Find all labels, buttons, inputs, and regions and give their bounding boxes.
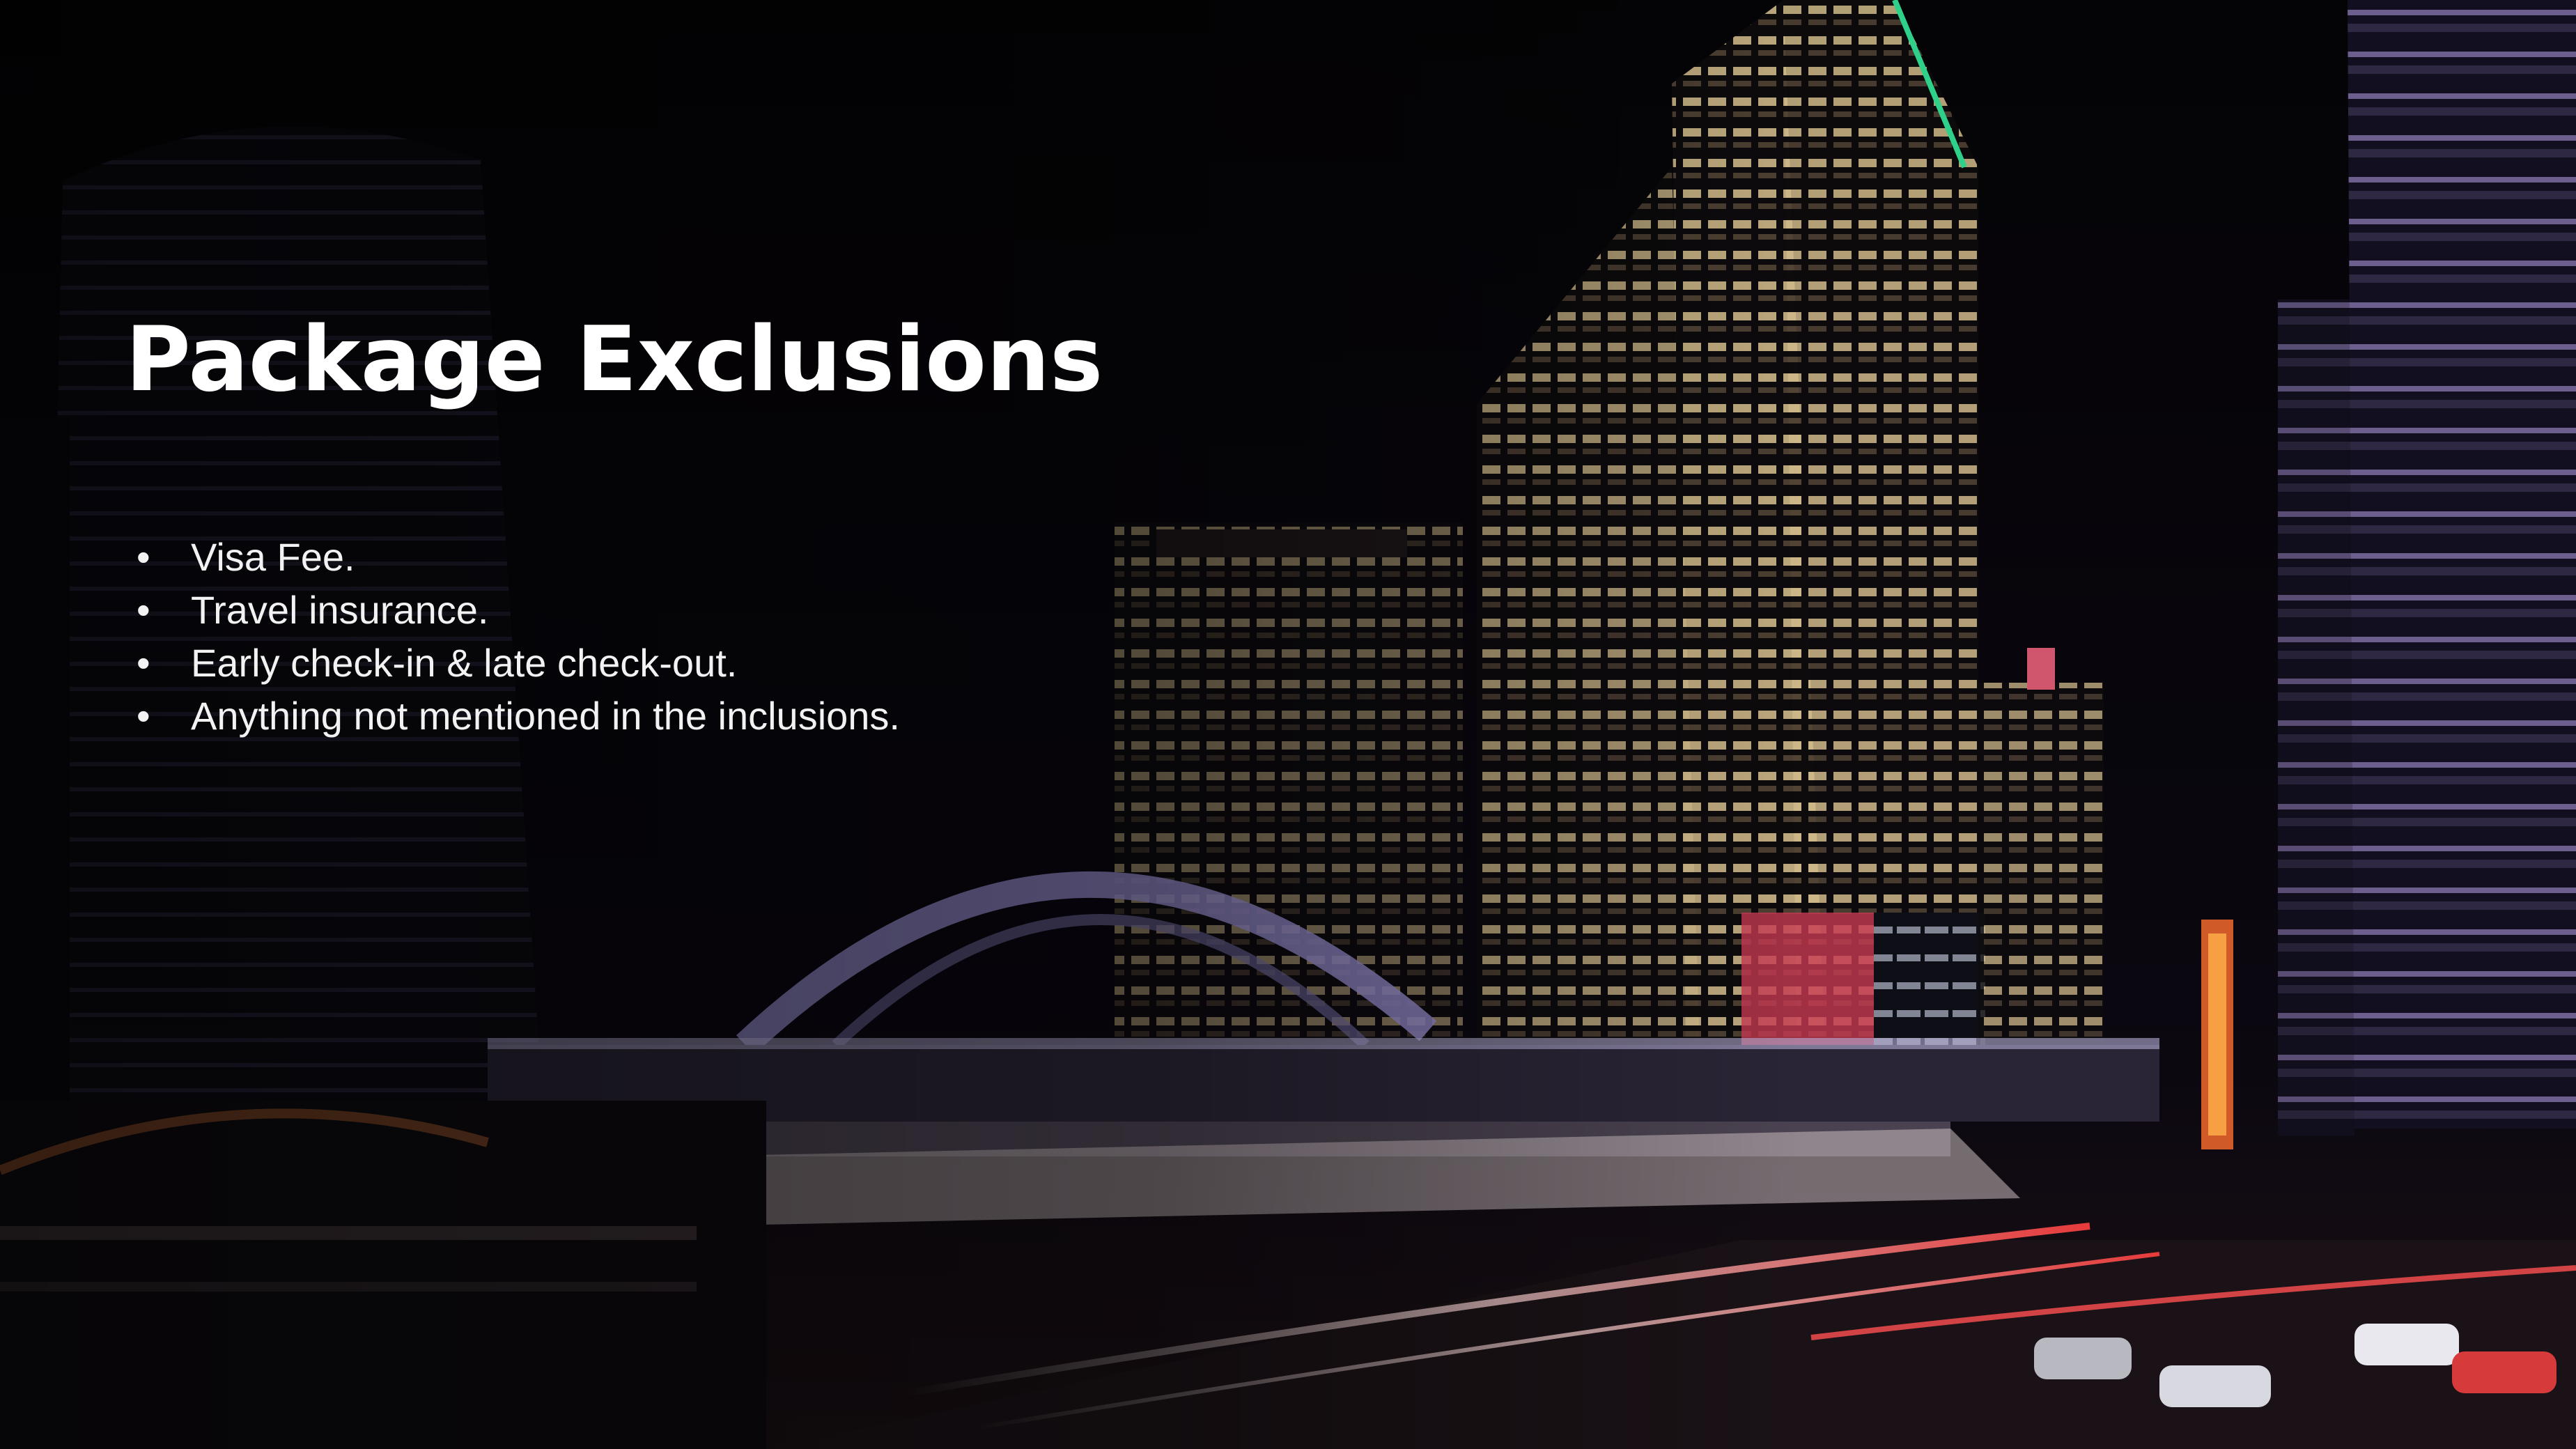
- exclusions-list: • Visa Fee. • Travel insurance. • Early …: [137, 531, 900, 743]
- list-item: • Visa Fee.: [137, 531, 900, 584]
- bullet-icon: •: [137, 641, 150, 685]
- list-item: • Anything not mentioned in the inclusio…: [137, 690, 900, 743]
- exclusion-text: Anything not mentioned in the inclusions…: [191, 694, 900, 738]
- bullet-icon: •: [137, 694, 150, 738]
- exclusion-text: Travel insurance.: [191, 588, 489, 632]
- list-item: • Early check-in & late check-out.: [137, 637, 900, 690]
- bullet-icon: •: [137, 535, 150, 579]
- exclusion-text: Early check-in & late check-out.: [191, 641, 738, 685]
- slide-title: Package Exclusions: [125, 308, 1103, 412]
- bullet-icon: •: [137, 588, 150, 632]
- exclusion-text: Visa Fee.: [191, 535, 355, 579]
- list-item: • Travel insurance.: [137, 584, 900, 637]
- slide: Package Exclusions • Visa Fee. • Travel …: [0, 0, 2576, 1449]
